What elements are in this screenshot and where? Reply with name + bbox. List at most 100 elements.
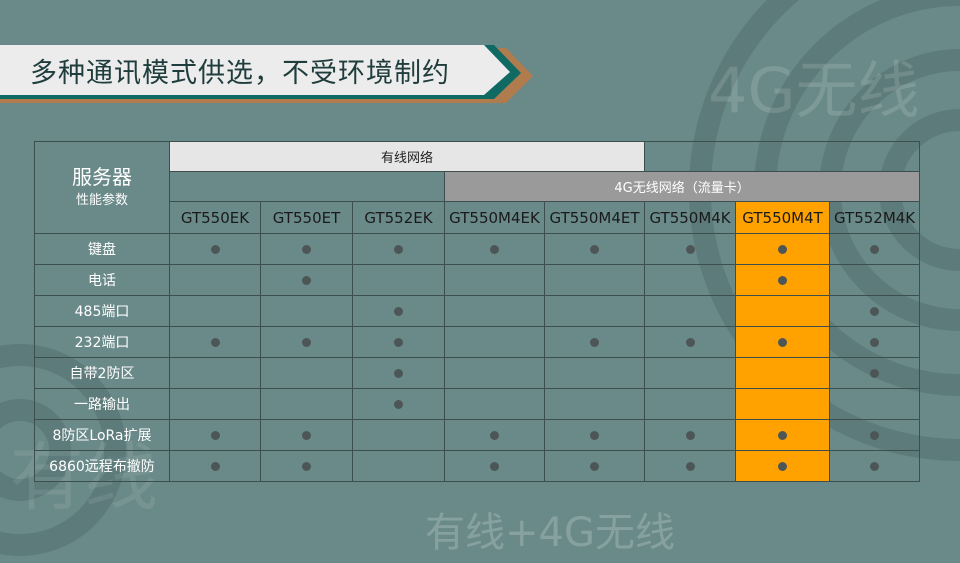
support-cell bbox=[352, 295, 445, 327]
supported-dot-icon bbox=[302, 275, 311, 285]
model-header-gt550m4k: GT550M4K bbox=[644, 201, 737, 234]
support-cell bbox=[260, 450, 353, 482]
support-cell bbox=[444, 419, 545, 451]
support-cell bbox=[829, 264, 921, 296]
support-cell bbox=[644, 419, 737, 451]
supported-dot-icon bbox=[778, 461, 788, 471]
support-cell bbox=[352, 357, 445, 389]
model-header-gt550ek: GT550EK bbox=[169, 201, 261, 234]
support-cell bbox=[735, 326, 831, 358]
group-header-4g: 4G无线网络（流量卡） bbox=[443, 171, 921, 202]
supported-dot-icon bbox=[210, 461, 220, 471]
table-corner: 服务器 性能参数 bbox=[34, 141, 170, 234]
supported-dot-icon bbox=[394, 244, 403, 254]
support-cell bbox=[644, 388, 737, 420]
feature-label: 键盘 bbox=[34, 233, 170, 265]
watermark-4g: 4G无线 bbox=[708, 54, 920, 127]
watermark-bottom: 有线+4G无线 bbox=[425, 510, 675, 556]
support-cell bbox=[543, 388, 646, 420]
support-cell bbox=[829, 357, 921, 389]
support-cell bbox=[352, 264, 445, 296]
support-cell bbox=[169, 419, 261, 451]
support-cell bbox=[352, 233, 445, 265]
feature-label: 6860远程布撤防 bbox=[34, 450, 170, 482]
supported-dot-icon bbox=[685, 430, 695, 440]
support-cell bbox=[543, 357, 646, 389]
support-cell bbox=[444, 264, 545, 296]
supported-dot-icon bbox=[685, 337, 695, 347]
supported-dot-icon bbox=[778, 275, 788, 285]
support-cell bbox=[735, 450, 831, 482]
page-title: 多种通讯模式供选，不受环境制约 bbox=[30, 58, 450, 89]
table-row: 485端口 bbox=[34, 295, 921, 327]
supported-dot-icon bbox=[870, 461, 880, 471]
support-cell bbox=[735, 357, 831, 389]
support-cell bbox=[444, 233, 545, 265]
corner-subtitle: 性能参数 bbox=[75, 192, 128, 208]
model-header-gt550m4et: GT550M4ET bbox=[543, 201, 646, 234]
support-cell bbox=[169, 233, 261, 265]
supported-dot-icon bbox=[490, 430, 499, 440]
support-cell bbox=[169, 264, 261, 296]
supported-dot-icon bbox=[685, 244, 695, 254]
support-cell bbox=[169, 357, 261, 389]
feature-label: 8防区LoRa扩展 bbox=[34, 419, 170, 451]
supported-dot-icon bbox=[394, 337, 403, 347]
feature-label: 一路输出 bbox=[34, 388, 170, 420]
model-header-gt550et: GT550ET bbox=[260, 201, 353, 234]
table-row: 键盘 bbox=[34, 233, 921, 265]
support-cell bbox=[169, 326, 261, 358]
table-row: 8防区LoRa扩展 bbox=[34, 419, 921, 451]
support-cell bbox=[543, 264, 646, 296]
support-cell bbox=[444, 450, 545, 482]
support-cell bbox=[543, 450, 646, 482]
support-cell bbox=[260, 357, 353, 389]
supported-dot-icon bbox=[210, 430, 220, 440]
supported-dot-icon bbox=[685, 461, 695, 471]
support-cell bbox=[352, 388, 445, 420]
support-cell bbox=[444, 295, 545, 327]
support-cell bbox=[444, 388, 545, 420]
support-cell bbox=[644, 326, 737, 358]
table-row: 232端口 bbox=[34, 326, 921, 358]
support-cell bbox=[169, 388, 261, 420]
supported-dot-icon bbox=[210, 337, 220, 347]
support-cell bbox=[829, 419, 921, 451]
support-cell bbox=[260, 326, 353, 358]
support-cell bbox=[352, 326, 445, 358]
support-cell bbox=[644, 450, 737, 482]
table-row: 自带2防区 bbox=[34, 357, 921, 389]
support-cell bbox=[169, 450, 261, 482]
supported-dot-icon bbox=[778, 337, 788, 347]
supported-dot-icon bbox=[394, 399, 403, 409]
supported-dot-icon bbox=[490, 461, 499, 471]
feature-label: 485端口 bbox=[34, 295, 170, 327]
support-cell bbox=[543, 326, 646, 358]
supported-dot-icon bbox=[590, 430, 600, 440]
support-cell bbox=[644, 295, 737, 327]
model-header-gt552ek: GT552EK bbox=[352, 201, 445, 234]
support-cell bbox=[260, 233, 353, 265]
table-row: 电话 bbox=[34, 264, 921, 296]
supported-dot-icon bbox=[210, 244, 220, 254]
support-cell bbox=[444, 357, 545, 389]
supported-dot-icon bbox=[870, 244, 880, 254]
supported-dot-icon bbox=[870, 337, 880, 347]
supported-dot-icon bbox=[302, 337, 311, 347]
support-cell bbox=[543, 233, 646, 265]
spec-table: 服务器 性能参数 有线网络 4G无线网络（流量卡） GT550EK GT550ET… bbox=[34, 141, 921, 482]
support-cell bbox=[543, 419, 646, 451]
support-cell bbox=[260, 295, 353, 327]
group-header-wired: 有线网络 bbox=[168, 141, 646, 172]
table-row: 6860远程布撤防 bbox=[34, 450, 921, 482]
feature-label: 自带2防区 bbox=[34, 357, 170, 389]
support-cell bbox=[829, 450, 921, 482]
supported-dot-icon bbox=[302, 430, 311, 440]
group-subheader-blank bbox=[169, 171, 445, 202]
model-header-gt550m4t: GT550M4T bbox=[735, 201, 831, 234]
support-cell bbox=[352, 419, 445, 451]
corner-title: 服务器 bbox=[72, 164, 132, 189]
table-row: 一路输出 bbox=[34, 388, 921, 420]
model-header-gt552m4k: GT552M4K bbox=[829, 201, 921, 234]
support-cell bbox=[735, 264, 831, 296]
